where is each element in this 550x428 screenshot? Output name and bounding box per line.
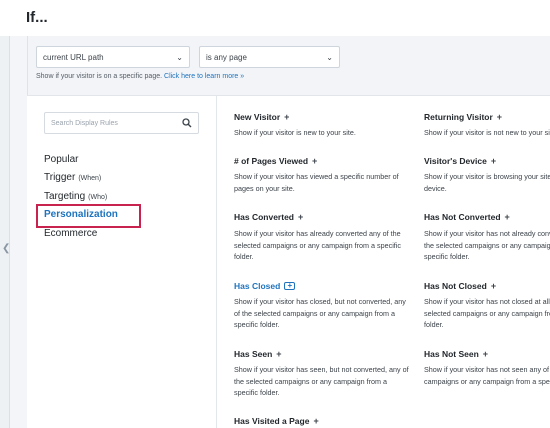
rule-has-visited-page[interactable]: Has Visited a Page + <box>234 416 319 426</box>
add-icon[interactable]: + <box>313 416 318 426</box>
search-display-rules[interactable]: Search Display Rules <box>44 112 199 134</box>
header: If... <box>0 0 550 36</box>
condition-select-value: current URL path <box>43 52 104 62</box>
category-popular[interactable]: Popular <box>44 154 78 165</box>
add-icon[interactable]: + <box>505 212 510 222</box>
rule-visitor-device[interactable]: Visitor's Device + <box>424 156 550 166</box>
rule-returning-visitor[interactable]: Returning Visitor + <box>424 112 550 122</box>
add-icon[interactable]: + <box>491 281 496 291</box>
add-icon[interactable]: + <box>483 349 488 359</box>
operator-select-value: is any page <box>206 52 247 62</box>
chevron-down-icon: ⌄ <box>176 52 183 62</box>
rule-description: Show if your visitor has not closed at a… <box>424 297 550 329</box>
category-targeting[interactable]: Targeting (Who) <box>44 191 107 202</box>
rule-description: Show if your visitor has closed, but not… <box>234 297 406 329</box>
chevron-left-icon[interactable]: ❮ <box>2 244 10 254</box>
add-icon[interactable]: + <box>284 112 289 122</box>
help-text: Show if your visitor is on a specific pa… <box>36 73 244 80</box>
rule-description: Show if your visitor has not already con… <box>424 229 550 261</box>
rule-has-seen[interactable]: Has Seen + <box>234 349 282 359</box>
operator-select[interactable]: is any page ⌄ <box>199 46 340 68</box>
column-divider <box>216 96 217 428</box>
rule-description: Show if your visitor has viewed a specif… <box>234 172 399 193</box>
category-trigger[interactable]: Trigger (When) <box>44 172 101 183</box>
category-ecommerce[interactable]: Ecommerce <box>44 228 97 239</box>
add-icon[interactable]: + <box>284 282 296 290</box>
add-icon[interactable]: + <box>276 349 281 359</box>
add-icon[interactable]: + <box>312 156 317 166</box>
add-icon[interactable]: + <box>491 156 496 166</box>
selection-highlight <box>36 204 141 228</box>
chevron-down-icon: ⌄ <box>326 52 333 62</box>
rule-pages-viewed[interactable]: # of Pages Viewed + <box>234 156 317 166</box>
rule-description: Show if your visitor has already convert… <box>234 229 401 261</box>
condition-select[interactable]: current URL path ⌄ <box>36 46 190 68</box>
add-icon[interactable]: + <box>497 112 502 122</box>
page-title: If... <box>26 9 48 26</box>
learn-more-link[interactable]: Click here to learn more » <box>164 73 244 80</box>
search-icon[interactable] <box>182 118 192 128</box>
add-icon[interactable]: + <box>298 212 303 222</box>
rule-has-converted[interactable]: Has Converted + <box>234 212 303 222</box>
rule-new-visitor[interactable]: New Visitor + <box>234 112 289 122</box>
rule-description: Show if your visitor is not new to your … <box>424 128 550 137</box>
collapse-sidebar-strip[interactable]: ❮ <box>0 36 10 428</box>
rule-has-closed[interactable]: Has Closed + <box>234 281 296 291</box>
rule-description: Show if your visitor is new to your site… <box>234 128 356 137</box>
rule-has-not-converted[interactable]: Has Not Converted + <box>424 212 550 222</box>
rule-description: Show if your visitor has seen, but not c… <box>234 365 409 397</box>
help-text-label: Show if your visitor is on a specific pa… <box>36 73 163 80</box>
rule-description: Show if your visitor has not seen any of… <box>424 365 550 386</box>
rule-has-not-seen[interactable]: Has Not Seen + <box>424 349 550 359</box>
search-input[interactable]: Search Display Rules <box>51 120 118 127</box>
rule-has-not-closed[interactable]: Has Not Closed + <box>424 281 550 291</box>
rule-description: Show if your visitor is browsing your si… <box>424 172 550 193</box>
